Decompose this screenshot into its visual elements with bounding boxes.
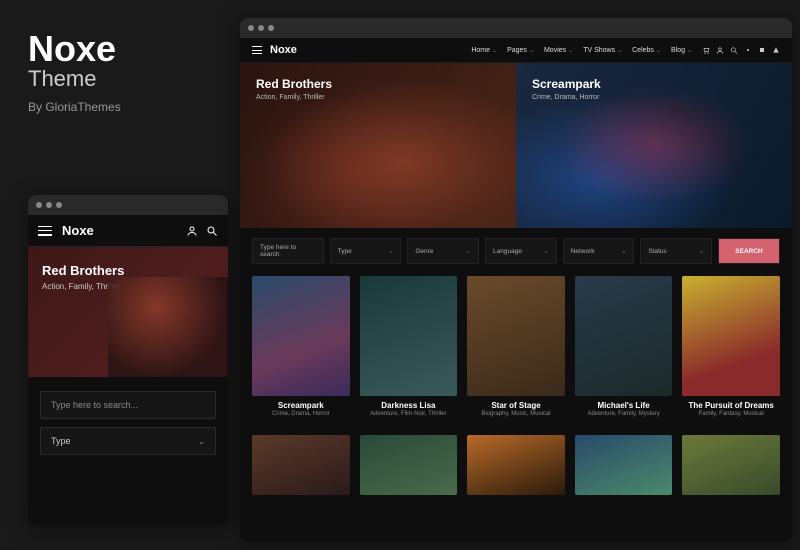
movie-thumbnail bbox=[252, 276, 350, 396]
traffic-light-dot bbox=[268, 25, 274, 31]
hero-image bbox=[108, 277, 228, 377]
movie-thumbnail bbox=[360, 276, 458, 396]
user-icon[interactable] bbox=[716, 46, 724, 54]
hero-title: Red Brothers bbox=[42, 263, 214, 278]
movie-title: Star of Stage bbox=[467, 401, 565, 410]
mobile-hero[interactable]: Red Brothers Action, Family, Thriller bbox=[28, 247, 228, 377]
filter-type-select[interactable]: Type ⌄ bbox=[40, 427, 216, 455]
filter-genre-select[interactable]: Genre⌄ bbox=[407, 238, 479, 264]
hero-title: Screampark bbox=[532, 77, 776, 91]
chevron-down-icon: ⌄ bbox=[621, 248, 626, 255]
search-input[interactable]: Type here to search... bbox=[40, 391, 216, 419]
promo-title: Noxe bbox=[28, 28, 121, 70]
social-icon[interactable] bbox=[772, 46, 780, 54]
filter-search-input[interactable]: Type here to search bbox=[252, 238, 324, 264]
cart-icon[interactable] bbox=[702, 46, 710, 54]
filter-network-select[interactable]: Network⌄ bbox=[563, 238, 635, 264]
movie-title: Michael's Life bbox=[575, 401, 673, 410]
chevron-down-icon: ⌄ bbox=[388, 248, 393, 255]
movie-thumbnail bbox=[467, 276, 565, 396]
window-titlebar bbox=[240, 18, 792, 38]
nav-celebs[interactable]: Celebs⌄ bbox=[632, 47, 661, 54]
nav-movies[interactable]: Movies⌄ bbox=[544, 47, 573, 54]
movie-tags: Biography, Music, Musical bbox=[467, 411, 565, 417]
movie-thumbnail[interactable] bbox=[360, 435, 458, 495]
traffic-light-dot bbox=[36, 202, 42, 208]
hero-tags: Crime, Drama, Horror bbox=[532, 94, 776, 101]
mobile-header: Noxe bbox=[28, 215, 228, 247]
chevron-down-icon: ⌄ bbox=[617, 47, 622, 54]
movie-thumbnail[interactable] bbox=[682, 435, 780, 495]
mobile-preview-window: Noxe Red Brothers Action, Family, Thrill… bbox=[28, 195, 228, 525]
filter-type-select[interactable]: Type⌄ bbox=[330, 238, 402, 264]
movie-title: Screampark bbox=[252, 401, 350, 410]
desktop-preview-window: Noxe Home⌄ Pages⌄ Movies⌄ TV Shows⌄ Cele… bbox=[240, 18, 792, 542]
chevron-down-icon: ⌄ bbox=[492, 47, 497, 54]
movie-card[interactable]: Star of StageBiography, Music, Musical bbox=[467, 276, 565, 417]
movie-thumbnail[interactable] bbox=[467, 435, 565, 495]
hero-tags: Action, Family, Thriller bbox=[256, 94, 500, 101]
movie-tags: Adventure, Family, Mystery bbox=[575, 411, 673, 417]
chevron-down-icon: ⌄ bbox=[699, 248, 704, 255]
chevron-down-icon: ⌄ bbox=[568, 47, 573, 54]
search-icon[interactable] bbox=[730, 46, 738, 54]
movie-card[interactable]: Michael's LifeAdventure, Family, Mystery bbox=[575, 276, 673, 417]
filter-label: Type bbox=[51, 436, 71, 446]
chevron-down-icon: ⌄ bbox=[656, 47, 661, 54]
main-nav: Home⌄ Pages⌄ Movies⌄ TV Shows⌄ Celebs⌄ B… bbox=[471, 47, 692, 54]
movie-title: Darkness Lisa bbox=[360, 401, 458, 410]
site-logo[interactable]: Noxe bbox=[62, 223, 178, 238]
filter-status-select[interactable]: Status⌄ bbox=[640, 238, 712, 264]
movie-tags: Crime, Drama, Horror bbox=[252, 411, 350, 417]
window-titlebar bbox=[28, 195, 228, 215]
movie-grid: ScreamparkCrime, Drama, HorrorDarkness L… bbox=[240, 274, 792, 429]
movie-card[interactable]: Darkness LisaAdventure, Film-Noir, Thril… bbox=[360, 276, 458, 417]
hero-title: Red Brothers bbox=[256, 77, 500, 91]
traffic-light-dot bbox=[46, 202, 52, 208]
movie-card[interactable]: The Pursuit of DreamsFamily, Fantasy, Mu… bbox=[682, 276, 780, 417]
movie-thumbnail[interactable] bbox=[252, 435, 350, 495]
chevron-down-icon: ⌄ bbox=[529, 47, 534, 54]
movie-tags: Family, Fantasy, Musical bbox=[682, 411, 780, 417]
filter-language-select[interactable]: Language⌄ bbox=[485, 238, 557, 264]
traffic-light-dot bbox=[258, 25, 264, 31]
search-icon[interactable] bbox=[206, 225, 218, 237]
filter-bar: Type here to search Type⌄ Genre⌄ Languag… bbox=[240, 228, 792, 274]
nav-blog[interactable]: Blog⌄ bbox=[671, 47, 692, 54]
menu-icon[interactable] bbox=[252, 46, 262, 54]
social-icon[interactable] bbox=[758, 46, 766, 54]
chevron-down-icon: ⌄ bbox=[466, 248, 471, 255]
search-button[interactable]: SEARCH bbox=[718, 238, 780, 264]
chevron-down-icon: ⌄ bbox=[687, 47, 692, 54]
movie-thumbnail[interactable] bbox=[575, 435, 673, 495]
traffic-light-dot bbox=[248, 25, 254, 31]
chevron-down-icon: ⌄ bbox=[544, 248, 549, 255]
nav-home[interactable]: Home⌄ bbox=[471, 47, 497, 54]
user-icon[interactable] bbox=[186, 225, 198, 237]
hero-card[interactable]: Screampark Crime, Drama, Horror bbox=[516, 63, 792, 228]
header-actions bbox=[702, 46, 780, 54]
site-logo[interactable]: Noxe bbox=[270, 44, 297, 56]
hero-row: Red Brothers Action, Family, Thriller Sc… bbox=[240, 63, 792, 228]
promo-byline: By GloriaThemes bbox=[28, 100, 121, 114]
hero-card[interactable]: Red Brothers Action, Family, Thriller bbox=[240, 63, 516, 228]
movie-card[interactable]: ScreamparkCrime, Drama, Horror bbox=[252, 276, 350, 417]
movie-thumbnail bbox=[575, 276, 673, 396]
desktop-header: Noxe Home⌄ Pages⌄ Movies⌄ TV Shows⌄ Cele… bbox=[240, 38, 792, 63]
promo-block: Noxe Theme By GloriaThemes bbox=[28, 28, 121, 114]
menu-icon[interactable] bbox=[38, 226, 52, 236]
traffic-light-dot bbox=[56, 202, 62, 208]
nav-tvshows[interactable]: TV Shows⌄ bbox=[583, 47, 622, 54]
nav-pages[interactable]: Pages⌄ bbox=[507, 47, 534, 54]
movie-tags: Adventure, Film-Noir, Thriller bbox=[360, 411, 458, 417]
social-icon[interactable] bbox=[744, 46, 752, 54]
chevron-down-icon: ⌄ bbox=[198, 437, 205, 446]
movie-thumbnail bbox=[682, 276, 780, 396]
movie-grid-row2 bbox=[240, 429, 792, 495]
movie-title: The Pursuit of Dreams bbox=[682, 401, 780, 410]
